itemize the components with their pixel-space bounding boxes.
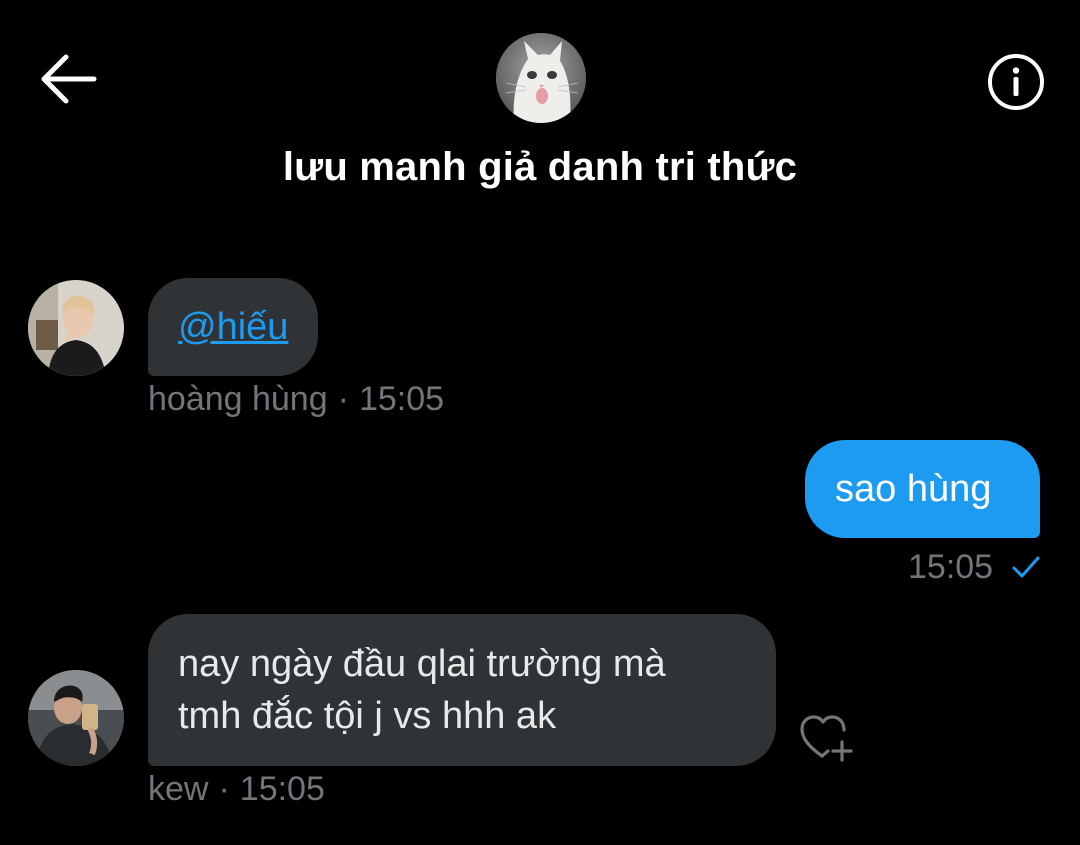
back-button[interactable] bbox=[36, 52, 98, 106]
mention-link[interactable]: @hiếu bbox=[178, 306, 288, 348]
group-avatar[interactable] bbox=[496, 33, 586, 123]
message-bubble[interactable]: nay ngày đầu qlai trường mà tmh đắc tội … bbox=[148, 614, 776, 766]
sender-name: kew bbox=[148, 770, 209, 808]
conversation-screen: lưu manh giả danh tri thức @hiếu hoàng h… bbox=[0, 0, 1080, 845]
cat-avatar-image bbox=[496, 33, 586, 123]
sender-avatar-kew[interactable] bbox=[28, 670, 124, 766]
message-time: 15:05 bbox=[239, 770, 325, 808]
message-bubble[interactable]: @hiếu bbox=[148, 278, 319, 376]
info-circle-icon bbox=[988, 54, 1044, 110]
message-time: 15:05 bbox=[358, 380, 445, 418]
sender-avatar-hoang-hung[interactable] bbox=[28, 280, 124, 376]
message-text-line: tmh đắc tội j vs hhh ak bbox=[178, 695, 557, 737]
outgoing-message-bubble[interactable]: sao hùng bbox=[805, 440, 1040, 538]
person-avatar-image bbox=[28, 280, 124, 376]
sender-name: hoàng hùng bbox=[148, 380, 328, 418]
message-text-line: nay ngày đầu qlai trường mà bbox=[178, 643, 666, 685]
message-meta: hoàng hùng · 15:05 bbox=[148, 380, 444, 419]
separator-dot: · bbox=[337, 380, 349, 418]
message-meta: 15:05 bbox=[908, 548, 1041, 587]
add-reaction-button[interactable] bbox=[798, 712, 856, 764]
arrow-left-icon bbox=[41, 54, 97, 104]
message-text: sao hùng bbox=[835, 468, 992, 510]
message-time: 15:05 bbox=[908, 548, 994, 586]
person-avatar-image bbox=[28, 670, 124, 766]
sent-check-icon bbox=[1012, 556, 1040, 578]
separator-dot: · bbox=[218, 770, 230, 808]
add-reaction-heart-icon bbox=[800, 715, 853, 762]
message-meta: kew · 15:05 bbox=[148, 770, 325, 809]
info-button[interactable] bbox=[986, 52, 1046, 112]
conversation-title: lưu manh giả danh tri thức bbox=[282, 145, 798, 189]
